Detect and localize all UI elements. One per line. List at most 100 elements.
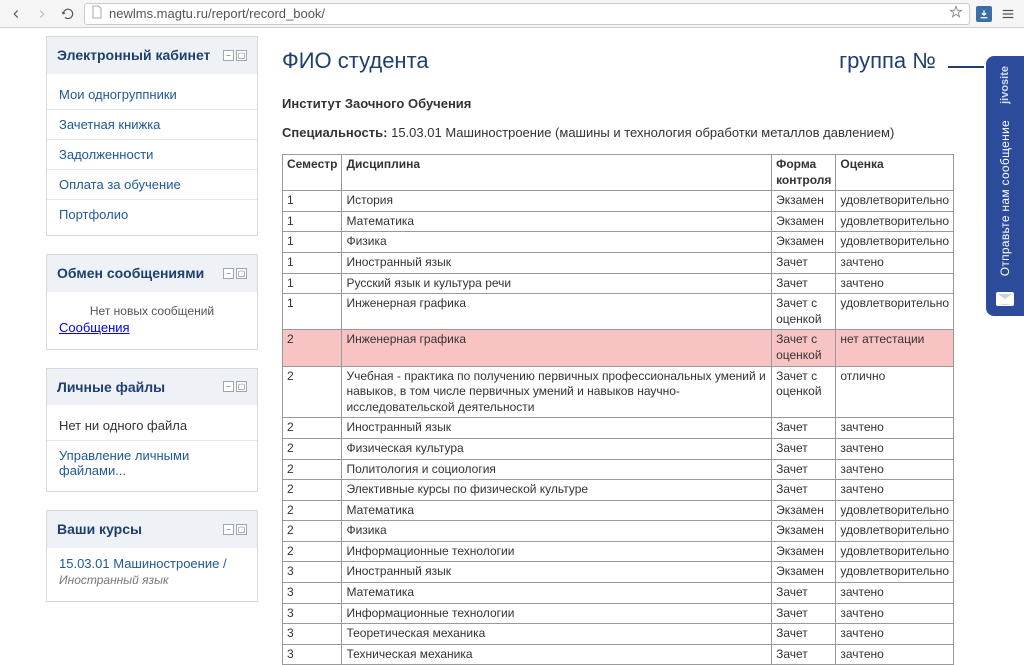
cell-form: Зачет с оценкой [772, 294, 836, 330]
specialty-line: Специальность: 15.03.01 Машиностроение (… [282, 125, 1024, 140]
cell-semester: 3 [283, 644, 342, 665]
dock-icon[interactable]: ▢ [236, 50, 247, 61]
block-header: Личные файлы − ▢ [47, 369, 257, 406]
cell-grade: зачтено [836, 603, 954, 624]
cell-grade: зачтено [836, 480, 954, 501]
block-private-files: Личные файлы − ▢ Нет ни одного файла Упр… [46, 368, 258, 493]
forward-button[interactable] [32, 4, 52, 24]
table-row: 3МатематикаЗачетзачтено [283, 583, 954, 604]
col-semester: Семестр [283, 155, 342, 191]
cell-grade: зачтено [836, 252, 954, 273]
jivosite-widget[interactable]: jivosite Отправьте нам сообщение [986, 56, 1024, 316]
cell-form: Зачет [772, 583, 836, 604]
download-button[interactable] [976, 6, 992, 22]
dock-icon[interactable]: ▢ [236, 268, 247, 279]
cell-discipline: Иностранный язык [342, 562, 772, 583]
institute: Институт Заочного Обучения [282, 96, 1024, 111]
sidebar-item-portfolio[interactable]: Портфолио [59, 207, 128, 222]
cell-discipline: Математика [342, 500, 772, 521]
sidebar-item-debts[interactable]: Задолженности [59, 147, 153, 162]
sidebar-item-recordbook[interactable]: Зачетная книжка [59, 117, 160, 132]
cell-semester: 3 [283, 624, 342, 645]
cell-semester: 2 [283, 541, 342, 562]
cell-semester: 2 [283, 459, 342, 480]
block-title: Личные файлы [57, 379, 165, 396]
collapse-icon[interactable]: − [223, 524, 234, 535]
messages-link[interactable]: Сообщения [59, 320, 130, 335]
cell-discipline: Учебная - практика по получению первичны… [342, 366, 772, 418]
cell-grade: удовлетворительно [836, 211, 954, 232]
collapse-icon[interactable]: − [223, 50, 234, 61]
block-header: Ваши курсы − ▢ [47, 511, 257, 548]
cell-grade: удовлетворительно [836, 500, 954, 521]
cell-discipline: Элективные курсы по физической культуре [342, 480, 772, 501]
table-row: 1Иностранный языкЗачетзачтено [283, 252, 954, 273]
manage-files-link[interactable]: Управление личными файлами... [59, 448, 189, 478]
block-electronic-cabinet: Электронный кабинет − ▢ Мои одногруппник… [46, 36, 258, 236]
menu-icon [1001, 7, 1015, 21]
cell-form: Экзамен [772, 521, 836, 542]
table-row: 1ФизикаЭкзаменудовлетворительно [283, 232, 954, 253]
course-link[interactable]: 15.03.01 Машиностроение / [59, 556, 227, 571]
cell-semester: 2 [283, 480, 342, 501]
download-icon [979, 9, 989, 19]
table-row: 2Иностранный языкЗачетзачтено [283, 418, 954, 439]
page-icon [91, 5, 103, 22]
table-row: 3Теоретическая механикаЗачетзачтено [283, 624, 954, 645]
cell-grade: зачтено [836, 583, 954, 604]
table-row: 3Иностранный языкЭкзаменудовлетворительн… [283, 562, 954, 583]
cell-form: Зачет [772, 644, 836, 665]
dock-icon[interactable]: ▢ [236, 381, 247, 392]
menu-button[interactable] [998, 4, 1018, 24]
block-title: Электронный кабинет [57, 47, 210, 64]
table-row: 3Информационные технологииЗачетзачтено [283, 603, 954, 624]
cell-discipline: Политология и социология [342, 459, 772, 480]
table-row: 2Политология и социологияЗачетзачтено [283, 459, 954, 480]
cell-grade: удовлетворительно [836, 521, 954, 542]
star-icon[interactable] [949, 5, 963, 22]
back-button[interactable] [6, 4, 26, 24]
cell-grade: зачтено [836, 418, 954, 439]
sidebar-item-classmates[interactable]: Мои одногруппники [59, 87, 177, 102]
block-title: Обмен сообщениями [57, 265, 204, 282]
collapse-icon[interactable]: − [223, 268, 234, 279]
cell-form: Зачет с оценкой [772, 366, 836, 418]
cell-discipline: Инженерная графика [342, 330, 772, 366]
cell-semester: 2 [283, 330, 342, 366]
table-row: 2Физическая культураЗачетзачтено [283, 438, 954, 459]
cell-grade: зачтено [836, 624, 954, 645]
url-text: newlms.magtu.ru/report/record_book/ [109, 6, 943, 21]
dock-icon[interactable]: ▢ [236, 524, 247, 535]
cell-form: Экзамен [772, 562, 836, 583]
cell-grade: удовлетворительно [836, 191, 954, 212]
cell-form: Зачет [772, 624, 836, 645]
table-row: 2Учебная - практика по получению первичн… [283, 366, 954, 418]
cell-form: Экзамен [772, 541, 836, 562]
sidebar-item-payment[interactable]: Оплата за обучение [59, 177, 181, 192]
address-bar[interactable]: newlms.magtu.ru/report/record_book/ [84, 3, 970, 25]
cell-grade: удовлетворительно [836, 294, 954, 330]
cell-form: Экзамен [772, 232, 836, 253]
table-row: 1МатематикаЭкзаменудовлетворительно [283, 211, 954, 232]
cell-discipline: Теоретическая механика [342, 624, 772, 645]
table-row: 2Элективные курсы по физической культуре… [283, 480, 954, 501]
cell-form: Зачет [772, 459, 836, 480]
col-grade: Оценка [836, 155, 954, 191]
cell-discipline: Математика [342, 211, 772, 232]
table-header-row: Семестр Дисциплина Форма контроля Оценка [283, 155, 954, 191]
browser-toolbar: newlms.magtu.ru/report/record_book/ [0, 0, 1024, 28]
cell-discipline: Физика [342, 232, 772, 253]
cell-grade: зачтено [836, 273, 954, 294]
reload-button[interactable] [58, 4, 78, 24]
main-content: ФИО студента группа № Институт Заочного … [258, 28, 1024, 665]
arrow-right-icon [35, 7, 49, 21]
cell-grade: удовлетворительно [836, 562, 954, 583]
cell-semester: 1 [283, 232, 342, 253]
cell-grade: удовлетворительно [836, 232, 954, 253]
cell-form: Зачет [772, 252, 836, 273]
reload-icon [61, 7, 75, 21]
block-header: Обмен сообщениями − ▢ [47, 255, 257, 292]
cell-discipline: Русский язык и культура речи [342, 273, 772, 294]
collapse-icon[interactable]: − [223, 381, 234, 392]
no-files-text: Нет ни одного файла [59, 418, 187, 433]
